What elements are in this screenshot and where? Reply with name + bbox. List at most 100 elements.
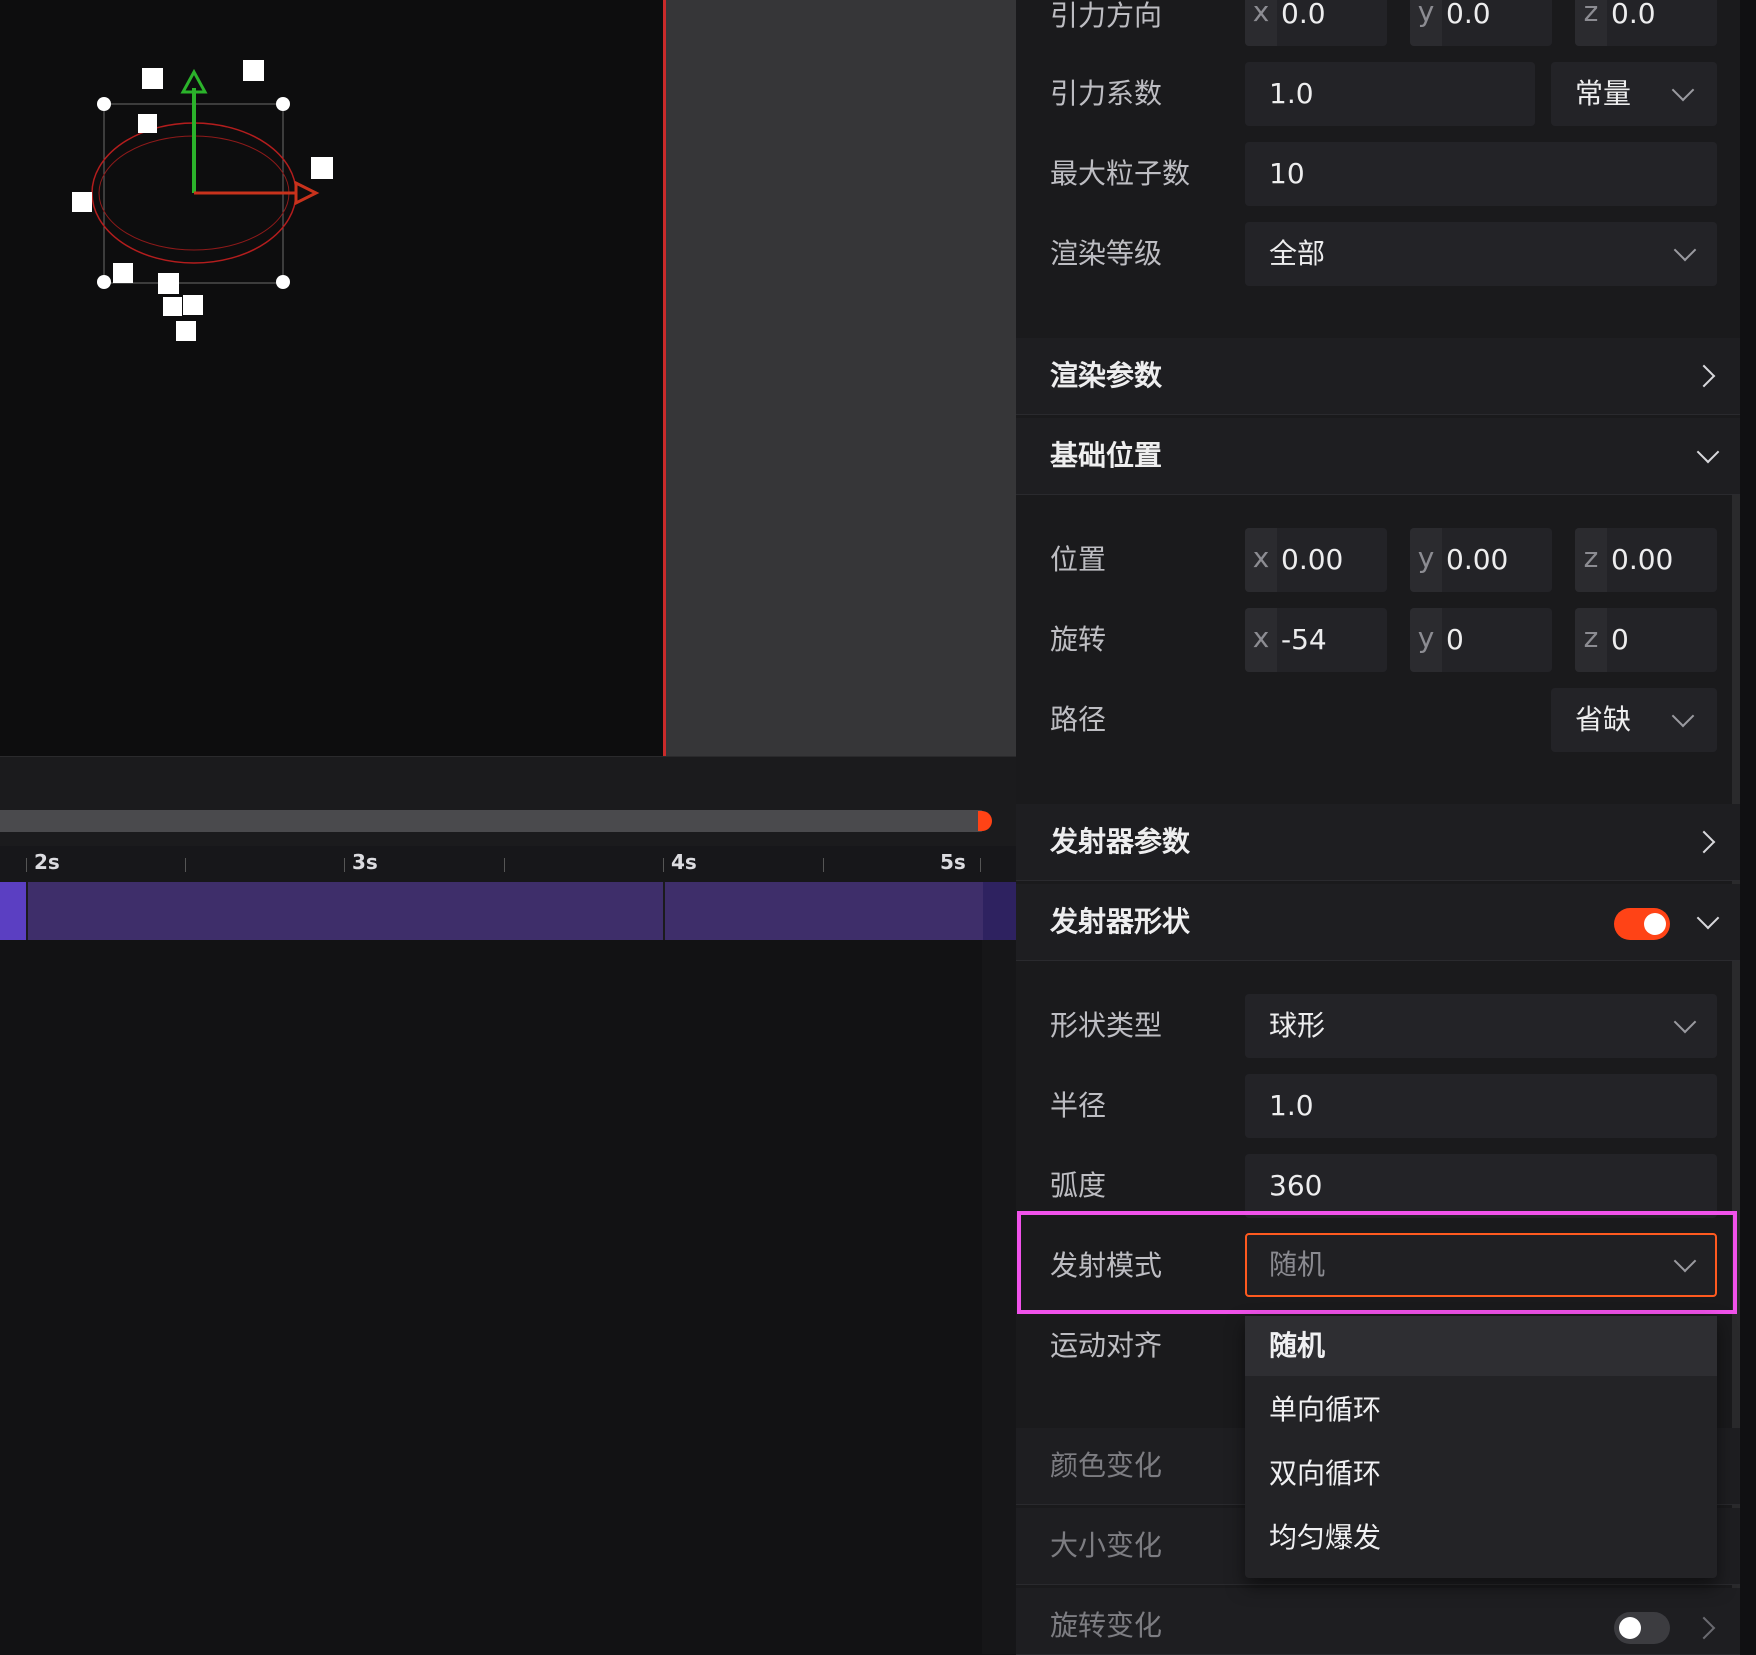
chevron-down-icon — [1671, 78, 1695, 102]
gravity-direction-x-value: 0.0 — [1281, 0, 1326, 30]
rotation-label: 旋转 — [1050, 623, 1107, 656]
position-x-input[interactable]: x 0.00 — [1245, 528, 1387, 592]
rotation-change-toggle[interactable] — [1614, 1612, 1670, 1644]
rotation-y-input[interactable]: y0 — [1410, 608, 1552, 672]
gravity-direction-y-input[interactable]: y 0.0 — [1410, 0, 1552, 46]
particle — [138, 114, 157, 133]
gravity-direction-z-value: 0.0 — [1611, 0, 1656, 30]
timeline-track-end — [983, 882, 1016, 940]
ruler-tick — [663, 858, 664, 872]
ruler-tick-label: 3s — [352, 850, 378, 874]
arc-input[interactable]: 360 — [1245, 1154, 1717, 1218]
color-change-label: 颜色变化 — [1050, 1449, 1163, 1482]
chevron-down-icon — [1673, 238, 1697, 262]
axis-y-label: y — [1410, 528, 1442, 592]
timeline-scrollbar-gutter[interactable] — [982, 940, 1016, 1654]
axis-z-label: z — [1575, 608, 1607, 672]
gizmo-x-arrow — [294, 180, 320, 206]
timeline-track-divider — [663, 882, 665, 940]
rotation-z-value: 0 — [1611, 623, 1629, 656]
path-value: 省缺 — [1575, 703, 1632, 736]
dropdown-option-label: 双向循环 — [1269, 1457, 1382, 1490]
ruler-tick — [26, 858, 27, 872]
particle — [158, 273, 179, 294]
axis-x-label: x — [1245, 608, 1277, 672]
gravity-direction-z-input[interactable]: z 0.0 — [1575, 0, 1717, 46]
particle — [113, 263, 133, 283]
timeline-track-divider — [26, 882, 28, 940]
timeline-track-start-handle[interactable] — [0, 882, 26, 940]
axis-y-label: y — [1410, 0, 1442, 46]
axis-x-label: x — [1245, 528, 1277, 592]
viewport-outside-area — [666, 0, 1016, 756]
window-edge — [1740, 0, 1756, 1654]
axis-z-label: z — [1575, 0, 1607, 46]
timeline-header — [0, 756, 1016, 847]
timeline-empty-area — [0, 940, 982, 1654]
gravity-direction-label: 引力方向 — [1050, 0, 1163, 32]
max-particles-value: 10 — [1269, 157, 1305, 190]
ruler-tick-label: 4s — [671, 850, 697, 874]
particle — [163, 297, 182, 316]
rotation-z-input[interactable]: z0 — [1575, 608, 1717, 672]
dropdown-option-random[interactable]: 随机 — [1245, 1316, 1717, 1376]
position-y-input[interactable]: y 0.00 — [1410, 528, 1552, 592]
rotation-change-label: 旋转变化 — [1050, 1609, 1163, 1642]
shape-type-select[interactable]: 球形 — [1245, 994, 1717, 1058]
emitter-gizmo[interactable] — [0, 0, 340, 350]
particle — [183, 295, 203, 315]
emitter-shape-toggle[interactable] — [1614, 908, 1670, 940]
shape-type-label: 形状类型 — [1050, 1009, 1163, 1042]
gravity-factor-value: 1.0 — [1269, 77, 1314, 110]
gizmo-corner-handle — [276, 275, 290, 289]
ruler-tick — [823, 858, 824, 872]
timeline-track-clip[interactable] — [0, 882, 1016, 940]
gravity-factor-mode-select[interactable]: 常量 — [1551, 62, 1717, 126]
particle — [311, 157, 333, 179]
ruler-tick — [980, 858, 981, 872]
dropdown-option-one-way-loop[interactable]: 单向循环 — [1245, 1380, 1717, 1440]
gizmo-corner-handle — [276, 97, 290, 111]
position-y-value: 0.00 — [1446, 543, 1509, 576]
timeline-ruler[interactable] — [0, 846, 1016, 882]
emitter-shape-title: 发射器形状 — [1050, 905, 1191, 938]
chevron-down-icon — [1671, 704, 1695, 728]
gizmo-corner-handle — [97, 97, 111, 111]
radius-input[interactable]: 1.0 — [1245, 1074, 1717, 1138]
axis-y-label: y — [1410, 608, 1442, 672]
particle — [72, 192, 92, 212]
radius-label: 半径 — [1050, 1089, 1107, 1122]
gravity-direction-x-input[interactable]: x 0.0 — [1245, 0, 1387, 46]
path-label: 路径 — [1050, 703, 1107, 736]
position-z-value: 0.00 — [1611, 543, 1674, 576]
arc-label: 弧度 — [1050, 1169, 1107, 1202]
max-particles-input[interactable]: 10 — [1245, 142, 1717, 206]
particle — [142, 68, 163, 89]
gravity-factor-label: 引力系数 — [1050, 77, 1163, 110]
dropdown-option-label: 单向循环 — [1269, 1393, 1382, 1426]
arc-value: 360 — [1269, 1169, 1323, 1202]
gravity-factor-input[interactable]: 1.0 — [1245, 62, 1535, 126]
position-z-input[interactable]: z 0.00 — [1575, 528, 1717, 592]
render-level-select[interactable]: 全部 — [1245, 222, 1717, 286]
rotation-x-input[interactable]: x -54 — [1245, 608, 1387, 672]
ruler-tick-label: 2s — [34, 850, 60, 874]
max-particles-label: 最大粒子数 — [1050, 157, 1191, 190]
emit-mode-dropdown: 随机 单向循环 双向循环 均匀爆发 — [1245, 1316, 1717, 1578]
gizmo-corner-handle — [97, 275, 111, 289]
timeline-scrub-track[interactable] — [0, 810, 984, 832]
dropdown-option-two-way-loop[interactable]: 双向循环 — [1245, 1444, 1717, 1504]
dropdown-option-uniform-burst[interactable]: 均匀爆发 — [1245, 1508, 1717, 1568]
ruler-tick — [344, 858, 345, 872]
axis-x-label: x — [1245, 0, 1277, 46]
ruler-tick-label: 5s — [940, 850, 966, 874]
gravity-direction-y-value: 0.0 — [1446, 0, 1491, 30]
axis-z-label: z — [1575, 528, 1607, 592]
path-select[interactable]: 省缺 — [1551, 688, 1717, 752]
dropdown-option-label: 随机 — [1269, 1329, 1326, 1362]
gravity-factor-mode-value: 常量 — [1575, 77, 1632, 110]
focus-highlight-box — [1017, 1211, 1737, 1314]
toggle-knob — [1619, 1617, 1641, 1639]
rotation-y-value: 0 — [1446, 623, 1464, 656]
particle — [176, 321, 196, 341]
